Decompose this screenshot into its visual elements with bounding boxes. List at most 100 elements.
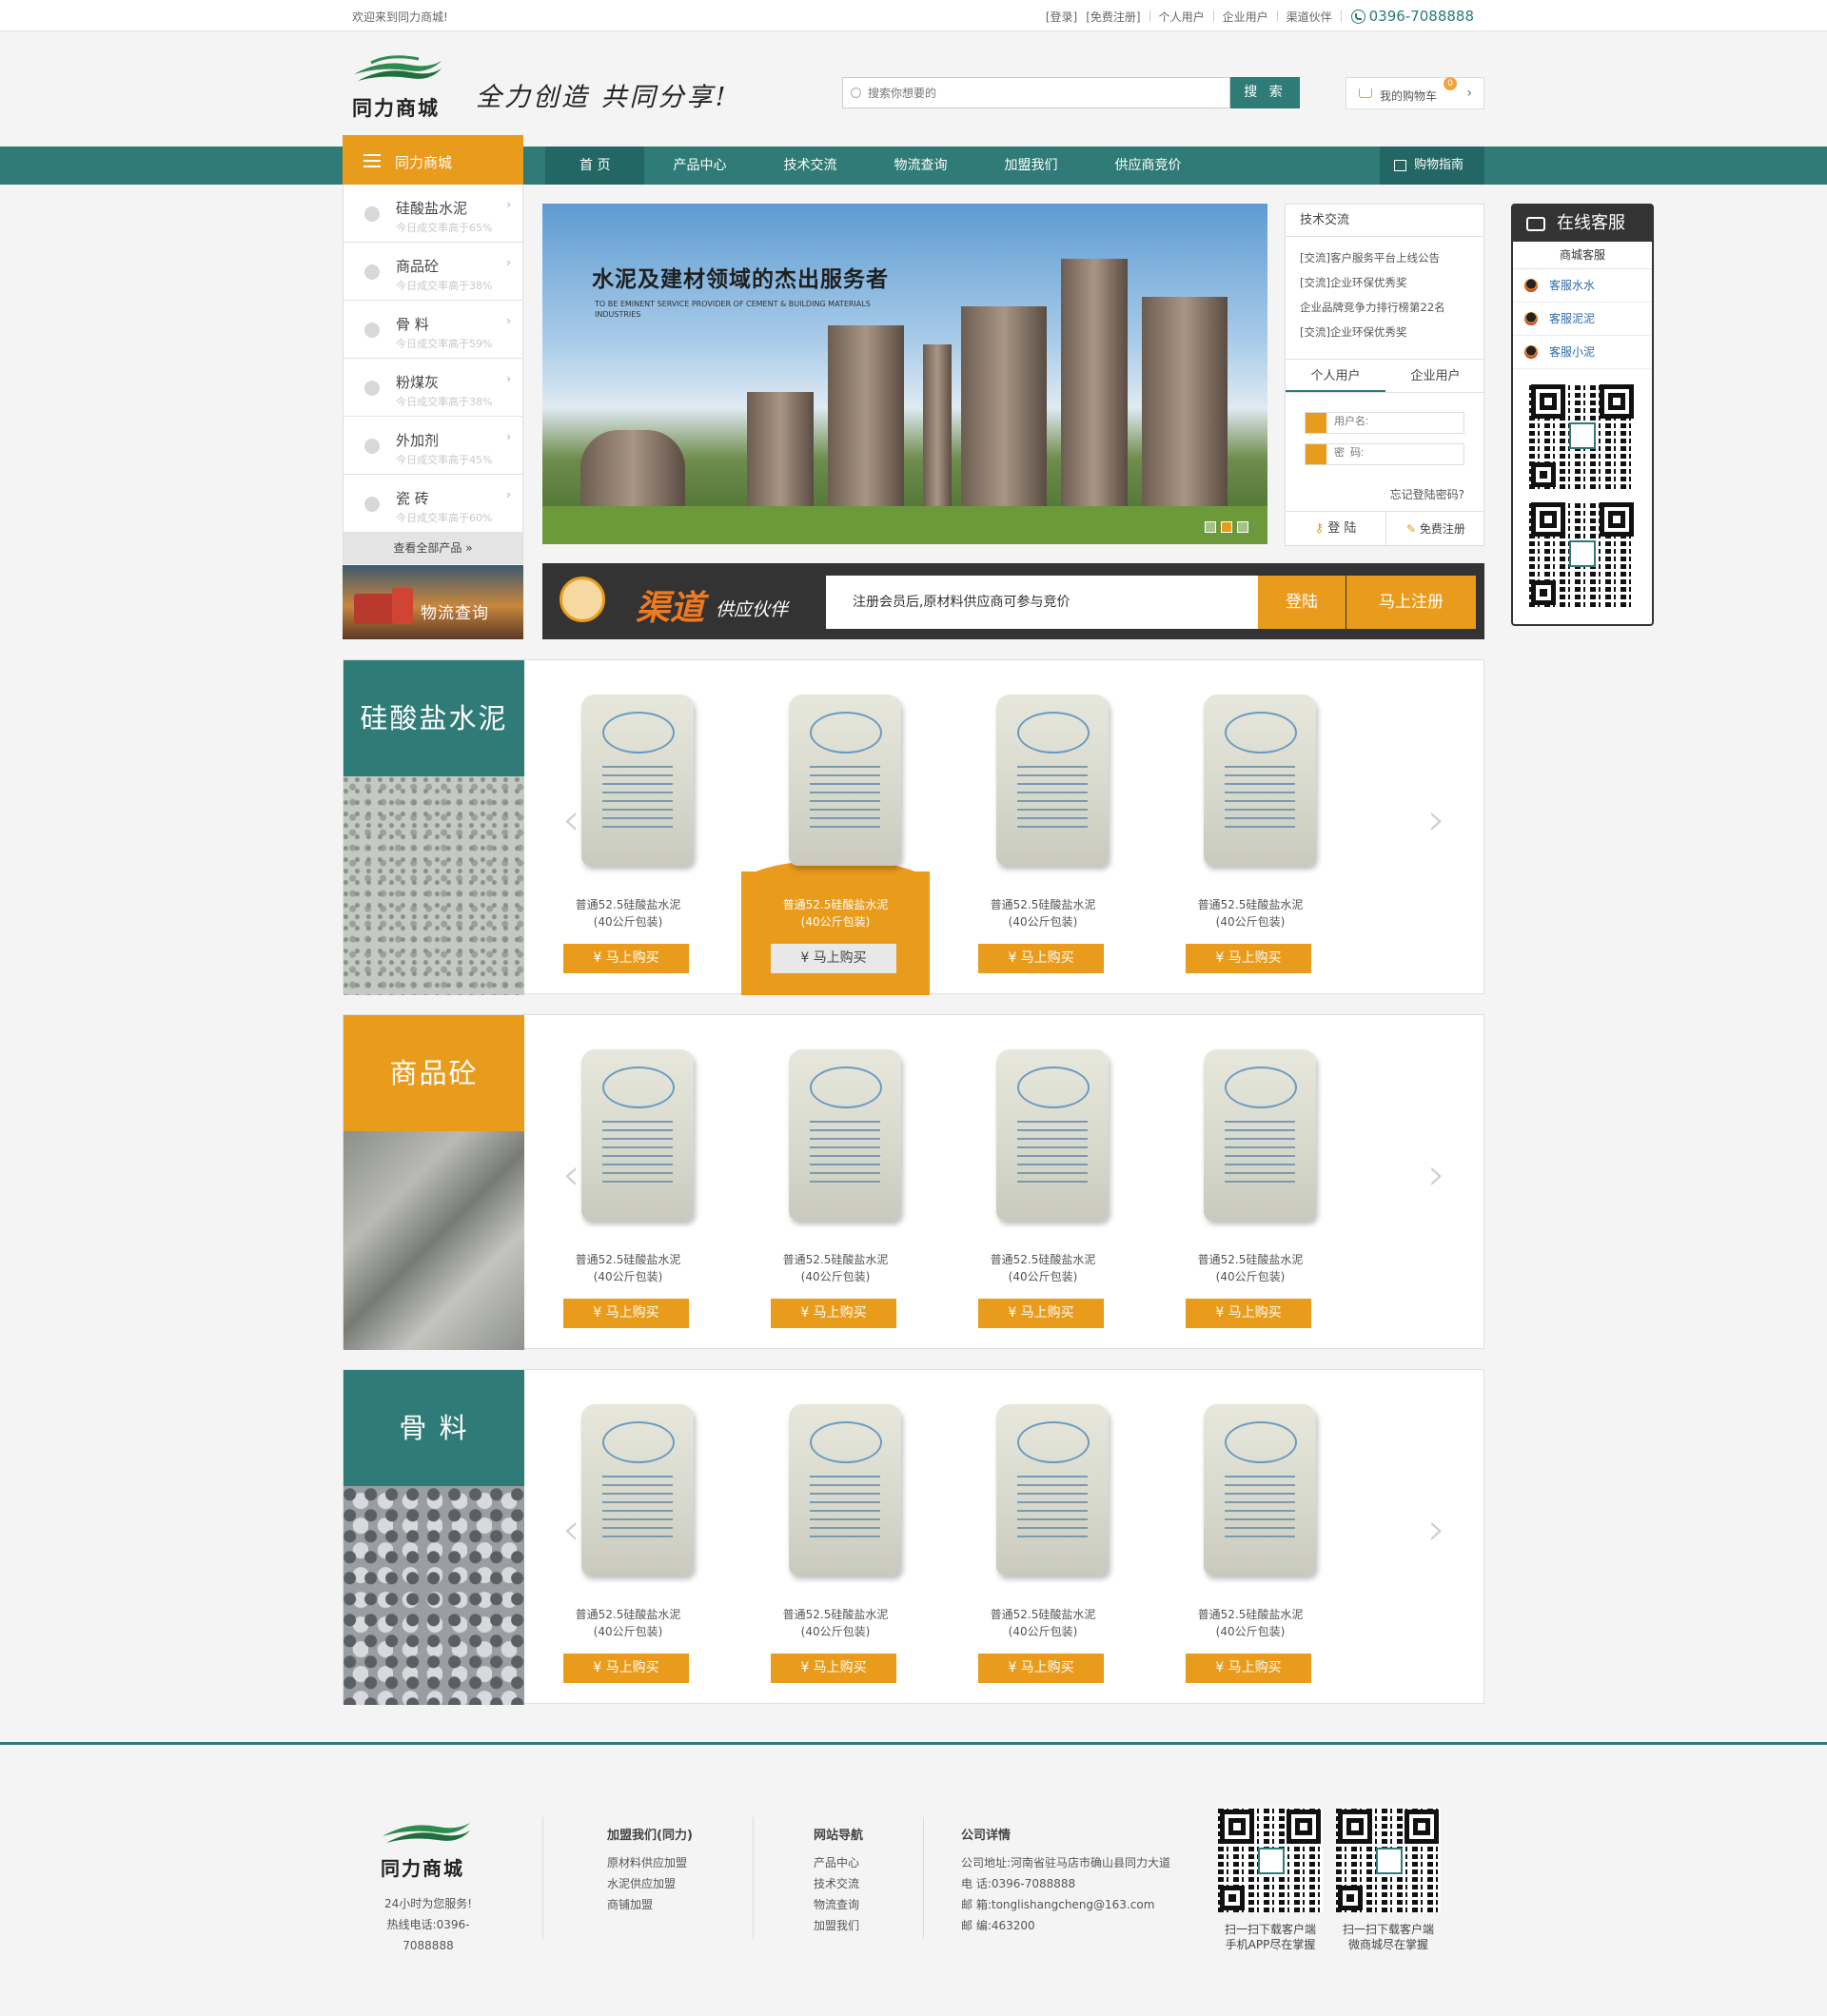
chevron-right-icon[interactable]: › — [1428, 1503, 1445, 1555]
product-name[interactable]: 普通52.5硅酸盐水泥 (40公斤包装) — [1156, 896, 1345, 930]
carousel-dot[interactable] — [1237, 521, 1248, 533]
service-agent[interactable]: 客服水水 — [1513, 269, 1652, 303]
product-image[interactable] — [789, 1049, 901, 1221]
nav-item-bidding[interactable]: 供应商竞价 — [1086, 147, 1209, 185]
category-menu-header[interactable]: 同力商城 — [343, 135, 523, 185]
category-item[interactable]: 硅酸盐水泥 今日成交率高于65% › — [344, 185, 522, 243]
footer-link[interactable]: 物流查询 — [814, 1894, 863, 1915]
buy-now-button[interactable]: ¥ 马上购买 — [771, 944, 896, 973]
product-name[interactable]: 普通52.5硅酸盐水泥 (40公斤包装) — [534, 1251, 722, 1285]
product-name[interactable]: 普通52.5硅酸盐水泥 (40公斤包装) — [534, 1606, 722, 1640]
channel-login-button[interactable]: 登陆 — [1258, 576, 1346, 629]
news-item[interactable]: [交流]企业环保优秀奖 — [1300, 320, 1483, 344]
nav-item-logistics[interactable]: 物流查询 — [865, 147, 975, 185]
news-item[interactable]: 企业品牌竞争力排行榜第22名 — [1300, 295, 1483, 320]
personal-user-link[interactable]: 个人用户 — [1150, 9, 1213, 25]
enterprise-user-link[interactable]: 企业用户 — [1214, 9, 1277, 25]
footer-link[interactable]: 产品中心 — [814, 1852, 863, 1873]
product-image[interactable] — [1204, 1404, 1316, 1576]
product-card[interactable]: 普通52.5硅酸盐水泥 (40公斤包装) ¥ 马上购买 — [1156, 660, 1345, 995]
service-agent[interactable]: 客服泥泥 — [1513, 303, 1652, 336]
buy-now-button[interactable]: ¥ 马上购买 — [563, 944, 689, 973]
product-card[interactable]: 普通52.5硅酸盐水泥 (40公斤包装) ¥ 马上购买 — [949, 1015, 1137, 1350]
login-link[interactable]: [登录] — [1037, 9, 1086, 25]
footer-link[interactable]: 原材料供应加盟 — [607, 1852, 693, 1873]
product-card[interactable]: 普通52.5硅酸盐水泥 (40公斤包装) ¥ 马上购买 — [1156, 1370, 1345, 1705]
logistics-banner[interactable]: 物流查询 — [343, 565, 523, 639]
category-item[interactable]: 瓷 砖今日成交率高于60% › — [344, 475, 522, 533]
product-image[interactable] — [996, 1049, 1109, 1221]
product-image[interactable] — [789, 1404, 901, 1576]
nav-item-tech[interactable]: 技术交流 — [755, 147, 865, 185]
product-card[interactable]: 普通52.5硅酸盐水泥 (40公斤包装) ¥ 马上购买 — [534, 660, 722, 995]
register-button[interactable]: ✎ 免费注册 — [1385, 512, 1485, 545]
chevron-right-icon[interactable]: › — [1428, 1148, 1445, 1200]
buy-now-button[interactable]: ¥ 马上购买 — [563, 1299, 689, 1328]
nav-item-join[interactable]: 加盟我们 — [975, 147, 1086, 185]
product-card[interactable]: 普通52.5硅酸盐水泥 (40公斤包装) ¥ 马上购买 — [741, 1015, 930, 1350]
tab-enterprise[interactable]: 企业用户 — [1385, 360, 1485, 392]
carousel-dot-active[interactable] — [1221, 521, 1232, 533]
nav-item-home[interactable]: 首 页 — [545, 147, 645, 185]
product-name[interactable]: 普通52.5硅酸盐水泥 (40公斤包装) — [1156, 1251, 1345, 1285]
buy-now-button[interactable]: ¥ 马上购买 — [1186, 944, 1311, 973]
buy-now-button[interactable]: ¥ 马上购买 — [1186, 1299, 1311, 1328]
section-title[interactable]: 骨 料 — [344, 1370, 524, 1486]
product-image[interactable] — [581, 1049, 694, 1221]
channel-partner-link[interactable]: 渠道伙伴 — [1278, 9, 1341, 25]
buy-now-button[interactable]: ¥ 马上购买 — [771, 1299, 896, 1328]
section-title[interactable]: 硅酸盐水泥 — [344, 660, 524, 776]
footer-link[interactable]: 水泥供应加盟 — [607, 1873, 693, 1894]
password-input[interactable] — [1334, 447, 1458, 459]
product-card[interactable]: 普通52.5硅酸盐水泥 (40公斤包装) ¥ 马上购买 — [534, 1015, 722, 1350]
product-image[interactable] — [581, 695, 694, 866]
product-image[interactable] — [996, 1404, 1109, 1576]
shopping-guide-link[interactable]: 购物指南 — [1380, 147, 1484, 185]
product-card[interactable]: 普通52.5硅酸盐水泥 (40公斤包装) ¥ 马上购买 — [534, 1370, 722, 1705]
product-name[interactable]: 普通52.5硅酸盐水泥 (40公斤包装) — [534, 896, 722, 930]
category-item[interactable]: 外加剂 今日成交率高于45% › — [344, 417, 522, 475]
carousel-dot[interactable] — [1205, 521, 1216, 533]
username-input[interactable] — [1334, 416, 1458, 427]
chevron-right-icon[interactable]: › — [1428, 793, 1445, 845]
category-item[interactable]: 骨 料今日成交率高于59% › — [344, 301, 522, 359]
category-item[interactable]: 粉煤灰 今日成交率高于38% › — [344, 359, 522, 417]
footer-link[interactable]: 技术交流 — [814, 1873, 863, 1894]
product-name[interactable]: 普通52.5硅酸盐水泥 (40公斤包装) — [949, 896, 1137, 930]
product-card[interactable]: 普通52.5硅酸盐水泥 (40公斤包装) ¥ 马上购买 — [949, 660, 1137, 995]
product-image[interactable] — [581, 1404, 694, 1576]
news-item[interactable]: [交流]企业环保优秀奖 — [1300, 270, 1483, 295]
channel-register-button[interactable]: 马上注册 — [1346, 576, 1476, 629]
category-item[interactable]: 商品砼 今日成交率高于38% › — [344, 243, 522, 301]
product-image[interactable] — [996, 695, 1109, 866]
login-button[interactable]: ⚷ 登 陆 — [1286, 512, 1385, 545]
hero-banner[interactable]: 水泥及建材领域的杰出服务者 TO BE EMINENT SERVICE PROV… — [542, 204, 1267, 544]
buy-now-button[interactable]: ¥ 马上购买 — [1186, 1654, 1311, 1683]
buy-now-button[interactable]: ¥ 马上购买 — [978, 1299, 1104, 1328]
product-name[interactable]: 普通52.5硅酸盐水泥 (40公斤包装) — [949, 1251, 1137, 1285]
buy-now-button[interactable]: ¥ 马上购买 — [563, 1654, 689, 1683]
product-image[interactable] — [1204, 695, 1316, 866]
product-image[interactable] — [789, 695, 901, 866]
product-name[interactable]: 普通52.5硅酸盐水泥 (40公斤包装) — [741, 896, 930, 930]
product-name[interactable]: 普通52.5硅酸盐水泥 (40公斤包装) — [741, 1251, 930, 1285]
site-logo[interactable]: 同力商城 — [352, 55, 447, 122]
footer-link[interactable]: 加盟我们 — [814, 1915, 863, 1936]
product-card[interactable]: 普通52.5硅酸盐水泥 (40公斤包装) ¥ 马上购买 — [741, 1370, 930, 1705]
search-button[interactable]: 搜 索 — [1230, 77, 1300, 108]
view-all-products-link[interactable]: 查看全部产品 » — [344, 533, 522, 564]
buy-now-button[interactable]: ¥ 马上购买 — [978, 944, 1104, 973]
product-name[interactable]: 普通52.5硅酸盐水泥 (40公斤包装) — [949, 1606, 1137, 1640]
footer-link[interactable]: 商铺加盟 — [607, 1894, 693, 1915]
product-name[interactable]: 普通52.5硅酸盐水泥 (40公斤包装) — [741, 1606, 930, 1640]
tab-personal[interactable]: 个人用户 — [1286, 360, 1385, 392]
register-link[interactable]: [免费注册] — [1086, 9, 1149, 25]
buy-now-button[interactable]: ¥ 马上购买 — [771, 1654, 896, 1683]
product-image[interactable] — [1204, 1049, 1316, 1221]
cart-button[interactable]: 我的购物车 0 › — [1346, 77, 1484, 109]
buy-now-button[interactable]: ¥ 马上购买 — [978, 1654, 1104, 1683]
section-title[interactable]: 商品砼 — [344, 1015, 524, 1131]
product-card[interactable]: 普通52.5硅酸盐水泥 (40公斤包装) ¥ 马上购买 — [949, 1370, 1137, 1705]
service-agent[interactable]: 客服小泥 — [1513, 336, 1652, 369]
search-input[interactable] — [843, 78, 1229, 108]
